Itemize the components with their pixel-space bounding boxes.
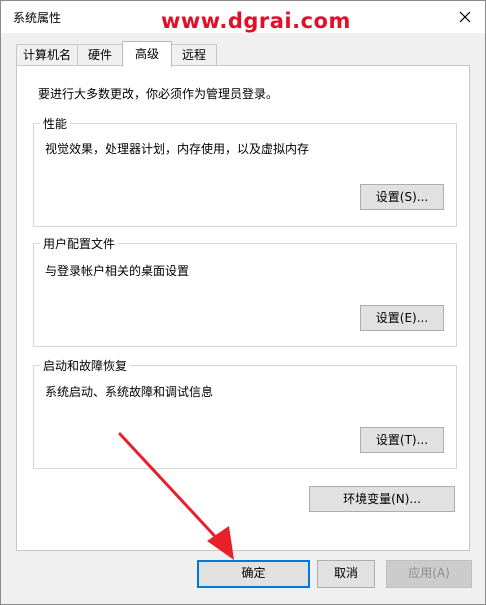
window-title: 系统属性	[13, 11, 62, 25]
user-profiles-description: 与登录帐户相关的桌面设置	[45, 264, 190, 278]
ok-button[interactable]: 确定	[197, 560, 310, 588]
performance-description: 视觉效果，处理器计划，内存使用，以及虚拟内存	[45, 142, 310, 156]
title-bar: 系统属性 www.dgrai.com	[1, 1, 485, 33]
advanced-tab-panel: 要进行大多数更改，你必须作为管理员登录。 性能 视觉效果，处理器计划，内存使用，…	[16, 65, 470, 551]
startup-recovery-settings-button[interactable]: 设置(T)...	[360, 427, 444, 453]
admin-notice: 要进行大多数更改，你必须作为管理员登录。	[38, 87, 279, 101]
system-properties-dialog: 系统属性 www.dgrai.com 计算机名 硬件 高级 远程 要进行大多数更…	[0, 0, 486, 605]
user-profiles-title: 用户配置文件	[40, 235, 119, 252]
startup-recovery-description: 系统启动、系统故障和调试信息	[45, 385, 214, 399]
tab-advanced[interactable]: 高级	[122, 41, 172, 67]
cancel-button[interactable]: 取消	[317, 560, 375, 588]
user-profiles-group: 用户配置文件 与登录帐户相关的桌面设置 设置(E)...	[33, 235, 457, 347]
environment-variables-button[interactable]: 环境变量(N)...	[309, 486, 455, 512]
close-icon[interactable]	[453, 5, 477, 29]
tab-hardware[interactable]: 硬件	[77, 44, 123, 65]
tab-computer-name[interactable]: 计算机名	[16, 44, 78, 65]
tab-remote[interactable]: 远程	[171, 44, 217, 65]
startup-recovery-group: 启动和故障恢复 系统启动、系统故障和调试信息 设置(T)...	[33, 357, 457, 469]
performance-group: 性能 视觉效果，处理器计划，内存使用，以及虚拟内存 设置(S)...	[33, 115, 457, 227]
user-profiles-settings-button[interactable]: 设置(E)...	[360, 305, 444, 331]
performance-settings-button[interactable]: 设置(S)...	[360, 184, 444, 210]
performance-title: 性能	[40, 115, 71, 132]
apply-button[interactable]: 应用(A)	[386, 560, 472, 588]
startup-recovery-title: 启动和故障恢复	[40, 357, 131, 374]
watermark-text: www.dgrai.com	[161, 9, 351, 33]
